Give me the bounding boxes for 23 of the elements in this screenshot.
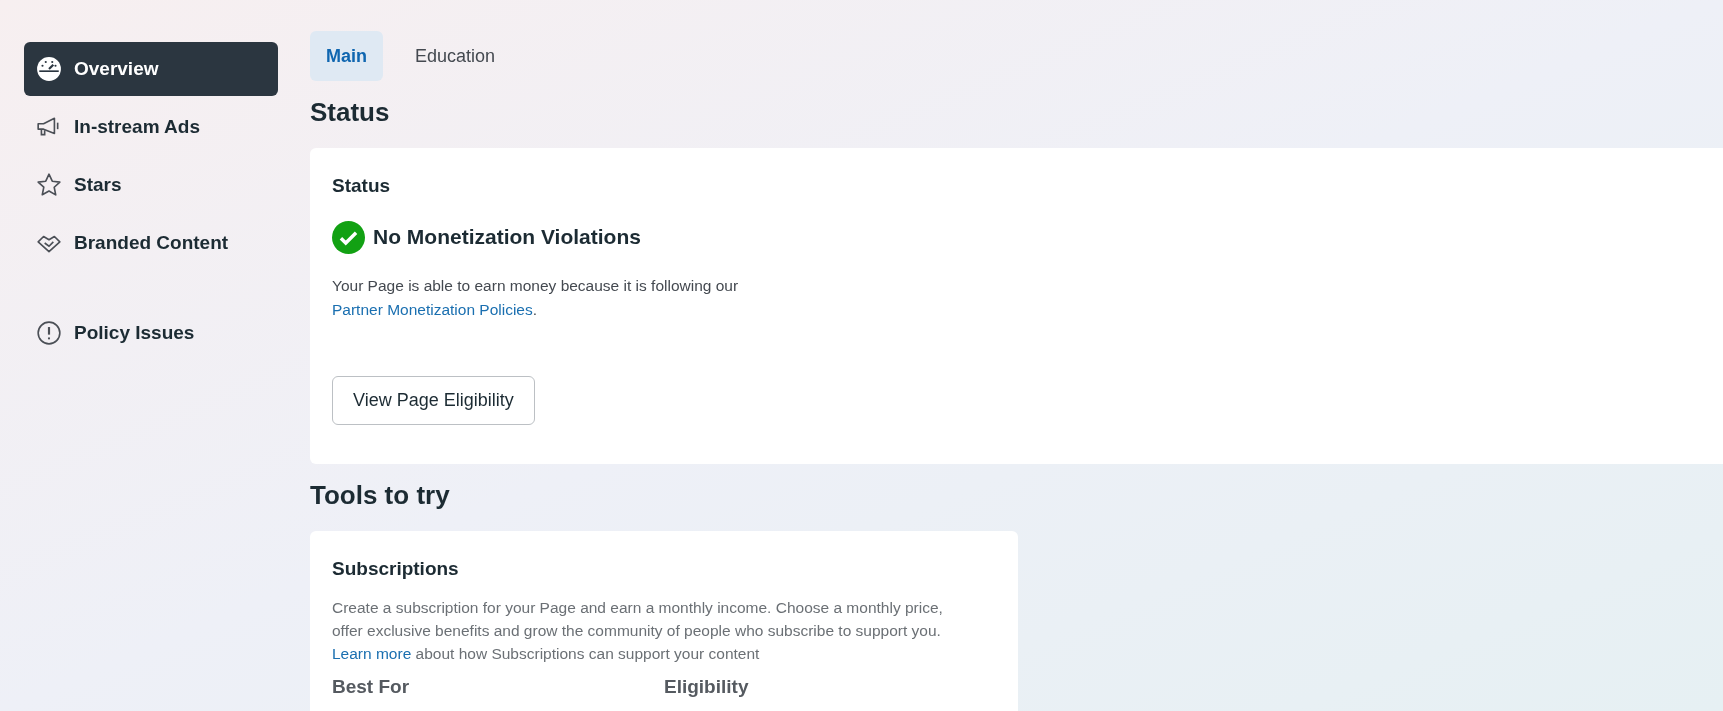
tab[interactable]: Education xyxy=(399,31,512,81)
sidebar-item[interactable]: Stars xyxy=(24,158,278,212)
status-label: No Monetization Violations xyxy=(373,224,641,251)
sidebar-item[interactable]: Policy Issues xyxy=(24,306,278,360)
learn-link[interactable]: Partner Monetization Policies xyxy=(332,300,533,318)
view-eligibility-button[interactable]: View Page Eligibility xyxy=(332,375,535,425)
sidebar-item[interactable]: Overview xyxy=(24,42,278,96)
tab[interactable]: Main xyxy=(310,31,383,81)
column-heading: Best For xyxy=(332,674,411,699)
description-text: Create a subscription for your Page and earn a monthly income. Choose a monthly price, offer exclusive benefits and grow the community of people who subscribe to support you. Learn more about how Subscriptions can support your content xyxy=(332,597,944,664)
sidebar-item[interactable]: Branded Content xyxy=(24,216,278,270)
gauge-icon xyxy=(36,56,62,82)
sidebar-item[interactable]: In-stream Ads xyxy=(24,100,278,154)
alert-icon xyxy=(36,320,62,346)
check-icon xyxy=(332,220,365,254)
star-icon xyxy=(36,172,62,198)
column-heading: Eligibility xyxy=(664,674,750,699)
section-heading: Status xyxy=(310,96,391,129)
section-heading: Tools to try xyxy=(310,479,451,512)
card-title: Subscriptions xyxy=(332,557,460,581)
card-title: Status xyxy=(332,174,392,198)
description-text: Your Page is able to earn money because it is following our Partner Monetization Policies. xyxy=(332,275,740,320)
learn-link[interactable]: Learn more xyxy=(332,644,412,662)
